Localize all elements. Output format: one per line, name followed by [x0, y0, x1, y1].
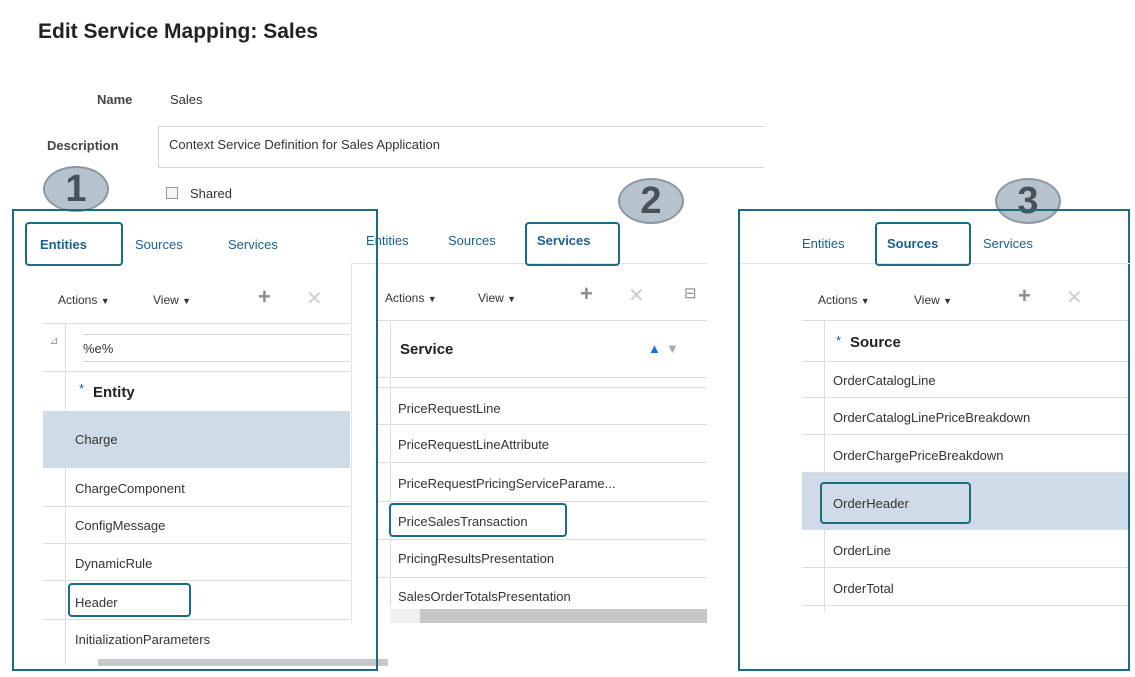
service-column-header[interactable]: Service — [400, 341, 453, 358]
delete-icon[interactable]: ✕ — [628, 283, 645, 308]
table-row[interactable]: ChargeComponent — [75, 481, 185, 496]
table-row[interactable]: DynamicRule — [75, 556, 152, 571]
delete-icon[interactable]: ✕ — [1066, 285, 1083, 310]
scroll-thumb[interactable] — [420, 609, 707, 623]
services-table: Service ▲ ▼ PriceRequestLine PriceReques… — [376, 320, 707, 625]
table-row[interactable]: PriceRequestLine — [398, 401, 501, 416]
description-label: Description — [47, 138, 119, 153]
callout-1: 1 — [43, 166, 109, 212]
sources-table: * Source OrderCatalogLine OrderCatalogLi… — [802, 320, 1128, 620]
shared-checkbox[interactable] — [166, 187, 178, 199]
panel-divider — [376, 209, 378, 671]
table-row[interactable]: OrderCatalogLinePriceBreakdown — [833, 410, 1030, 425]
tab-entities-3[interactable]: Entities — [802, 236, 845, 251]
required-marker: * — [79, 381, 85, 396]
actions-menu-label: Actions — [818, 293, 858, 307]
tab-services-3[interactable]: Services — [983, 236, 1033, 251]
tab-sources-2[interactable]: Sources — [448, 233, 496, 248]
source-column-header[interactable]: Source — [850, 334, 901, 351]
entity-column-header[interactable]: Entity — [93, 384, 135, 401]
table-row[interactable]: PriceRequestLineAttribute — [398, 437, 549, 452]
callout-2: 2 — [618, 178, 684, 224]
required-marker: * — [836, 333, 842, 348]
caret-down-icon: ▼ — [943, 296, 953, 306]
table-row[interactable]: Charge — [75, 432, 118, 447]
view-menu-2[interactable]: View ▼ — [478, 291, 516, 305]
actions-menu[interactable]: Actions ▼ — [58, 293, 110, 307]
table-row[interactable]: OrderLine — [833, 543, 891, 558]
view-menu-3[interactable]: View ▼ — [914, 293, 952, 307]
table-row[interactable]: SalesOrderTotalsPresentation — [398, 589, 571, 604]
actions-menu-label: Actions — [385, 291, 425, 305]
actions-menu-label: Actions — [58, 293, 98, 307]
delete-icon[interactable]: ✕ — [306, 286, 323, 311]
price-sales-transaction-highlight — [389, 503, 567, 537]
header-row-highlight — [68, 583, 191, 617]
filter-toggle-icon[interactable]: ⊿ — [43, 334, 65, 347]
tab-services[interactable]: Services — [228, 237, 278, 252]
horizontal-scrollbar[interactable] — [98, 659, 388, 666]
caret-down-icon: ▼ — [427, 294, 437, 304]
view-menu-label: View — [914, 293, 940, 307]
filter-toggle-icon[interactable]: ⊟ — [684, 284, 697, 302]
name-label: Name — [97, 92, 133, 107]
view-menu-label: View — [153, 293, 179, 307]
caret-down-icon: ▼ — [182, 296, 192, 306]
table-row[interactable]: OrderChargePriceBreakdown — [833, 448, 1004, 463]
table-row[interactable]: OrderTotal — [833, 581, 894, 596]
page-title: Edit Service Mapping: Sales — [38, 20, 319, 43]
shared-label: Shared — [190, 186, 232, 201]
caret-down-icon: ▼ — [860, 296, 870, 306]
plus-icon[interactable]: + — [580, 281, 593, 307]
filter-input[interactable]: %e% — [83, 334, 350, 362]
table-row[interactable]: PricingResultsPresentation — [398, 551, 554, 566]
tab-entities-2[interactable]: Entities — [366, 233, 409, 248]
actions-menu-2[interactable]: Actions ▼ — [385, 291, 437, 305]
caret-down-icon: ▼ — [100, 296, 110, 306]
name-value: Sales — [170, 92, 203, 107]
table-row[interactable]: PriceRequestPricingServiceParame... — [398, 476, 615, 491]
tab-entities[interactable]: Entities — [40, 237, 87, 252]
order-header-highlight — [820, 482, 971, 524]
description-field[interactable]: Context Service Definition for Sales App… — [158, 126, 764, 168]
tab-sources-3[interactable]: Sources — [887, 236, 938, 251]
plus-icon[interactable]: + — [1018, 283, 1031, 309]
table-row[interactable]: OrderCatalogLine — [833, 373, 936, 388]
caret-down-icon: ▼ — [507, 294, 517, 304]
sort-ascending-icon[interactable]: ▲ — [648, 341, 661, 356]
tab-sources[interactable]: Sources — [135, 237, 183, 252]
sort-descending-icon[interactable]: ▼ — [666, 341, 679, 356]
table-row[interactable]: ConfigMessage — [75, 518, 165, 533]
view-menu-label: View — [478, 291, 504, 305]
actions-menu-3[interactable]: Actions ▼ — [818, 293, 870, 307]
plus-icon[interactable]: + — [258, 284, 271, 310]
tab-services-2[interactable]: Services — [537, 233, 591, 248]
view-menu[interactable]: View ▼ — [153, 293, 191, 307]
table-row[interactable]: InitializationParameters — [75, 632, 210, 647]
